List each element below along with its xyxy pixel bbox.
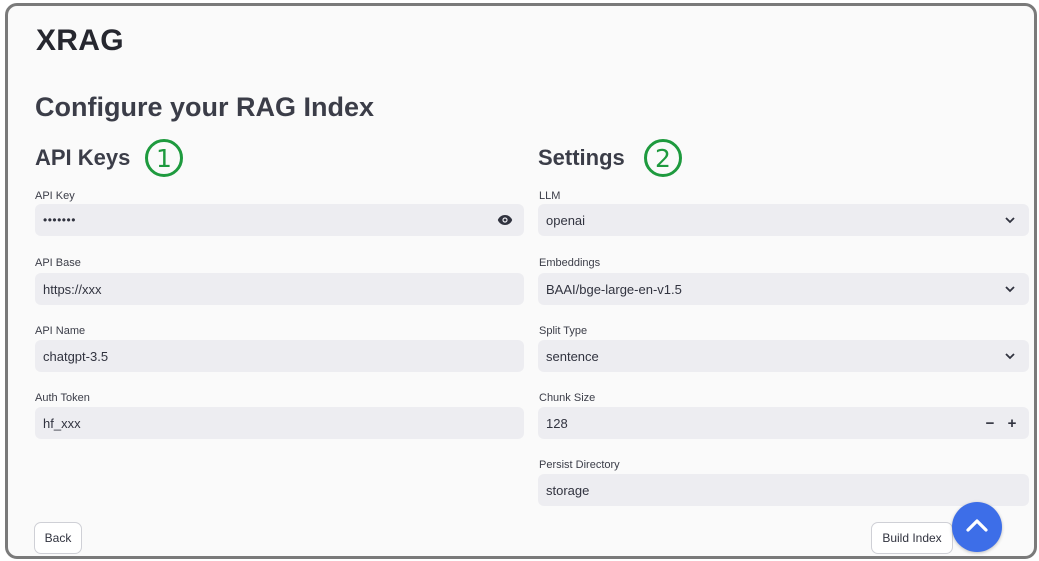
split-type-select[interactable]: sentence [538,340,1029,372]
api-base-value: https://xxx [43,281,102,297]
api-key-label: API Key [35,190,75,202]
api-key-value: ••••••• [43,213,76,227]
step-badge-1: 1 [145,139,183,177]
build-index-button[interactable]: Build Index [871,522,953,554]
settings-heading: Settings [538,145,625,170]
auth-token-label: Auth Token [35,392,90,404]
chevron-up-icon [966,518,988,537]
chevron-down-icon [997,216,1023,224]
api-keys-heading: API Keys [35,145,131,170]
split-type-value: sentence [546,348,599,364]
llm-label: LLM [539,190,561,202]
chevron-down-icon [997,285,1023,293]
chunk-size-input[interactable]: 128 − + [538,407,1029,439]
app-title: XRAG [36,24,124,57]
embeddings-select[interactable]: BAAI/bge-large-en-v1.5 [538,273,1029,305]
api-name-value: chatgpt-3.5 [43,348,109,364]
eye-icon[interactable] [492,214,518,226]
chunk-size-value: 128 [546,415,568,431]
api-base-label: API Base [35,257,81,269]
api-key-field[interactable]: ••••••• [35,204,524,236]
persist-directory-value: storage [546,482,590,498]
auth-token-value: hf_xxx [43,415,81,431]
auth-token-field[interactable]: hf_xxx [35,407,524,439]
back-button[interactable]: Back [34,522,82,554]
llm-value: openai [546,212,586,228]
scroll-to-top-button[interactable] [952,502,1002,552]
chunk-size-stepper: − + [979,408,1023,438]
increment-button[interactable]: + [1001,408,1023,438]
chevron-down-icon [997,352,1023,360]
embeddings-value: BAAI/bge-large-en-v1.5 [546,281,682,297]
split-type-label: Split Type [539,325,588,337]
app-window: XRAG Configure your RAG Index API Keys 1… [5,3,1037,559]
chunk-size-label: Chunk Size [539,392,596,404]
api-name-label: API Name [35,325,86,337]
decrement-button[interactable]: − [979,408,1001,438]
persist-directory-field[interactable]: storage [538,474,1029,506]
api-base-field[interactable]: https://xxx [35,273,524,305]
step-badge-2: 2 [644,139,682,177]
persist-directory-label: Persist Directory [539,459,620,471]
embeddings-label: Embeddings [539,257,601,269]
api-name-field[interactable]: chatgpt-3.5 [35,340,524,372]
llm-select[interactable]: openai [538,204,1029,236]
page-title: Configure your RAG Index [35,92,375,122]
